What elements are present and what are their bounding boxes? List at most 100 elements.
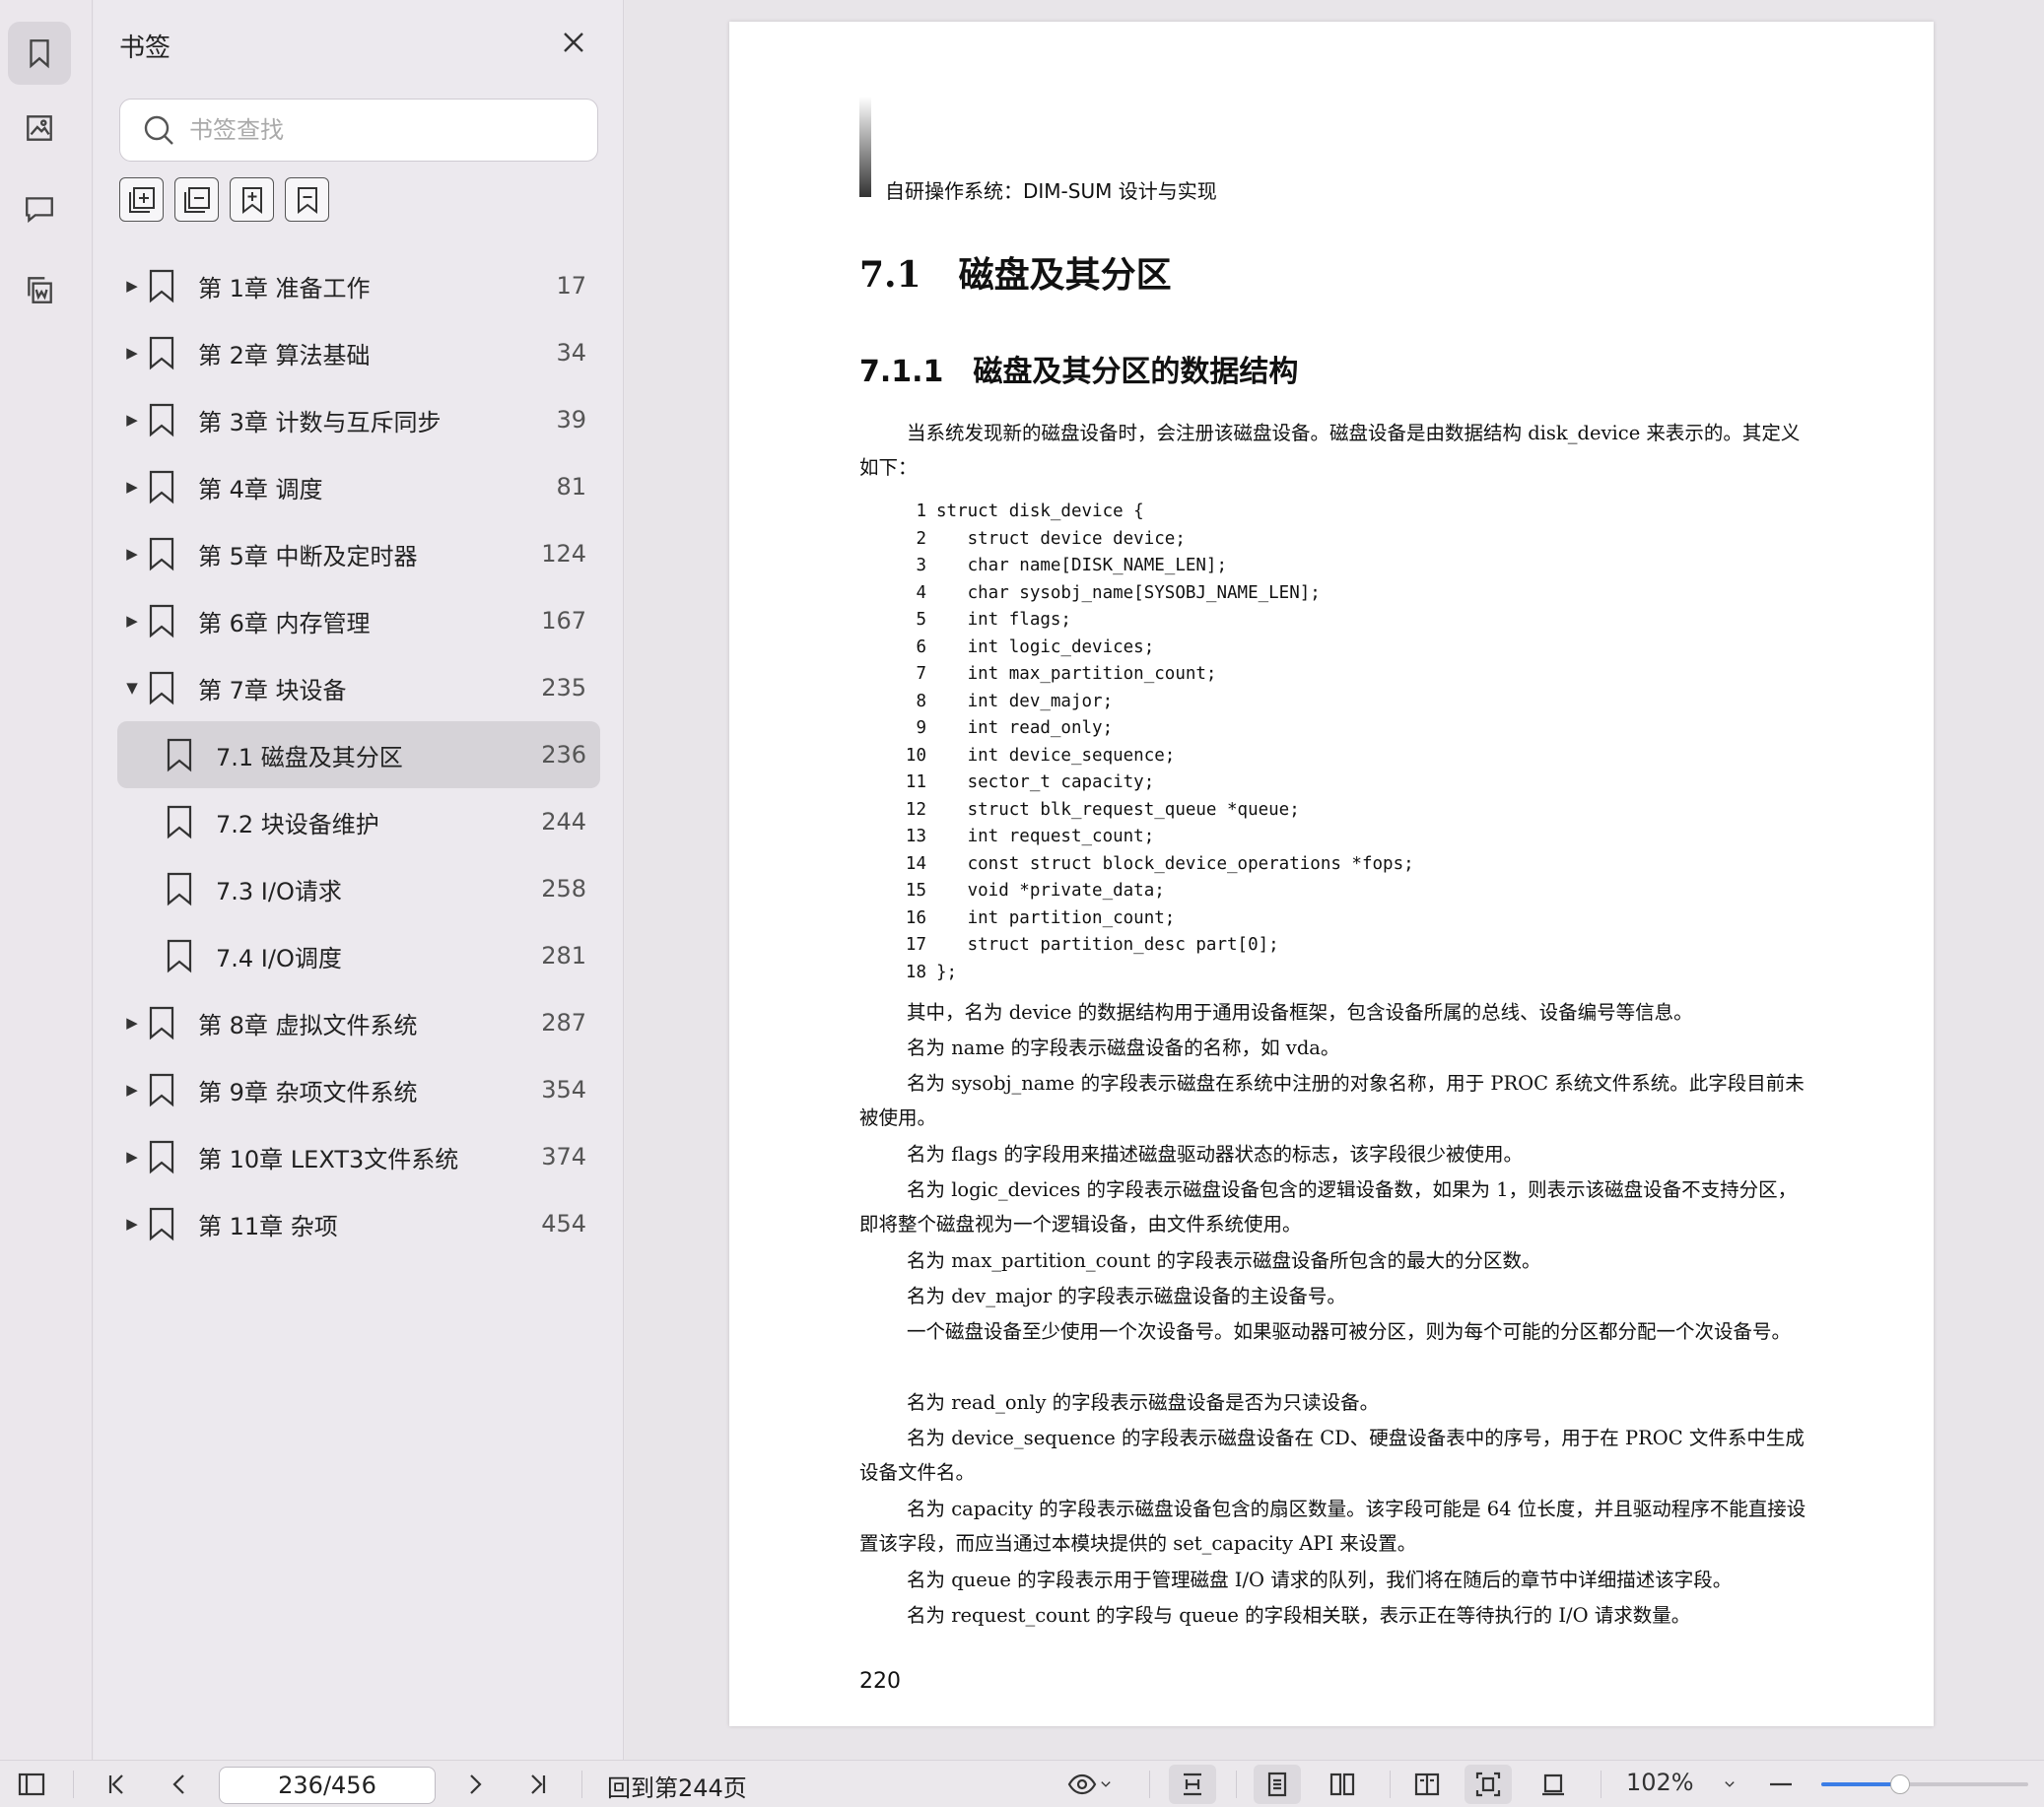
expand-all-button[interactable] bbox=[119, 177, 164, 222]
rotate-button[interactable] bbox=[1530, 1765, 1577, 1804]
minus-icon bbox=[1770, 1782, 1792, 1786]
toggle-sidebar-button[interactable] bbox=[14, 1765, 49, 1804]
triangle-right-icon[interactable]: ▶ bbox=[119, 411, 145, 429]
bookmark-search-input[interactable] bbox=[189, 116, 583, 144]
bookmark-item[interactable]: ▶ 第 2章 算法基础 34 bbox=[117, 319, 600, 386]
bookmark-item[interactable]: ▶ 第 9章 杂项文件系统 354 bbox=[117, 1056, 600, 1123]
triangle-right-icon[interactable]: ▶ bbox=[119, 545, 145, 563]
previous-page-button[interactable] bbox=[162, 1765, 197, 1804]
goto-page-link[interactable]: 回到第244页 bbox=[607, 1769, 747, 1803]
code-line: 12 struct blk_request_queue *queue; bbox=[897, 797, 1414, 825]
bookmark-item[interactable]: ▶ 第 11章 杂项 454 bbox=[117, 1190, 600, 1257]
bookmark-icon bbox=[147, 1206, 178, 1241]
bookmark-item[interactable]: 7.2 块设备维护 244 bbox=[117, 788, 600, 855]
close-panel-button[interactable] bbox=[559, 28, 588, 57]
code-line-text: int max_partition_count; bbox=[936, 664, 1217, 684]
bookmark-label: 第 8章 虚拟文件系统 bbox=[198, 1011, 418, 1039]
bookmark-label: 7.2 块设备维护 bbox=[216, 810, 379, 838]
zoom-out-button[interactable] bbox=[1766, 1765, 1796, 1804]
left-rail bbox=[0, 0, 93, 1760]
add-bookmark-button[interactable] bbox=[230, 177, 274, 222]
triangle-right-icon[interactable]: ▶ bbox=[119, 1081, 145, 1099]
section-heading: 7.1 磁盘及其分区 bbox=[859, 246, 1172, 298]
two-page-icon bbox=[1329, 1773, 1355, 1796]
zoom-dropdown[interactable] bbox=[1715, 1765, 1744, 1804]
bookmark-item[interactable]: ▶ 第 1章 准备工作 17 bbox=[117, 252, 600, 319]
document-copy-icon bbox=[28, 277, 52, 303]
code-line-number: 13 bbox=[905, 827, 926, 846]
bookmark-page: 39 bbox=[556, 406, 586, 434]
eye-icon bbox=[1067, 1774, 1097, 1795]
triangle-right-icon[interactable]: ▶ bbox=[119, 1215, 145, 1233]
triangle-down-icon[interactable]: ▼ bbox=[119, 679, 145, 697]
bookmark-label: 第 11章 杂项 bbox=[198, 1212, 338, 1240]
triangle-right-icon[interactable]: ▶ bbox=[119, 612, 145, 630]
bookmark-item[interactable]: 7.1 磁盘及其分区 236 bbox=[117, 721, 600, 788]
body-paragraph: 其中，名为 device 的数据结构用于通用设备框架，包含设备所属的总线、设备编… bbox=[907, 1001, 1693, 1024]
bookmark-item[interactable]: 7.3 I/O请求 258 bbox=[117, 855, 600, 922]
bookmarks-tab-button[interactable] bbox=[8, 22, 71, 85]
bookmark-page: 124 bbox=[541, 540, 586, 568]
triangle-right-icon[interactable]: ▶ bbox=[119, 344, 145, 362]
code-line-text: int partition_count; bbox=[936, 907, 1176, 928]
bookmark-item[interactable]: ▶ 第 10章 LEXT3文件系统 374 bbox=[117, 1123, 600, 1190]
zoom-slider[interactable] bbox=[1821, 1774, 2028, 1794]
triangle-right-icon[interactable]: ▶ bbox=[119, 1148, 145, 1166]
bookmark-label: 第 10章 LEXT3文件系统 bbox=[198, 1145, 459, 1173]
code-line-number: 10 bbox=[905, 745, 926, 766]
bookmark-page: 34 bbox=[556, 339, 586, 367]
remove-bookmark-button[interactable] bbox=[285, 177, 329, 222]
single-page-button[interactable] bbox=[1254, 1765, 1301, 1804]
zoom-slider-handle[interactable] bbox=[1889, 1774, 1910, 1794]
bookmark-item[interactable]: ▶ 第 5章 中断及定时器 124 bbox=[117, 520, 600, 587]
body-paragraph: 名为 dev_major 的字段表示磁盘设备的主设备号。 bbox=[907, 1285, 1346, 1307]
bookmark-label: 7.4 I/O调度 bbox=[216, 944, 342, 972]
bookmark-item[interactable]: ▼ 第 7章 块设备 235 bbox=[117, 654, 600, 721]
bookmark-item[interactable]: ▶ 第 6章 内存管理 167 bbox=[117, 587, 600, 654]
code-line-number: 12 bbox=[905, 799, 926, 820]
code-line-number: 3 bbox=[916, 556, 926, 575]
subsection-heading: 7.1.1 磁盘及其分区的数据结构 bbox=[859, 347, 1298, 390]
next-page-button[interactable] bbox=[457, 1765, 493, 1804]
document-viewer[interactable]: 自研操作系统：DIM-SUM 设计与实现 7.1 磁盘及其分区 7.1.1 磁盘及其… bbox=[625, 0, 2044, 1760]
code-line-number: 9 bbox=[916, 718, 926, 738]
first-page-button[interactable] bbox=[99, 1765, 134, 1804]
last-page-button[interactable] bbox=[520, 1765, 556, 1804]
collapse-all-button[interactable] bbox=[174, 177, 219, 222]
bookmark-item[interactable]: ▶ 第 8章 虚拟文件系统 287 bbox=[117, 989, 600, 1056]
code-line-text: struct disk_device { bbox=[936, 502, 1144, 521]
triangle-right-icon[interactable]: ▶ bbox=[119, 478, 145, 496]
bookmark-label: 第 3章 计数与互斥同步 bbox=[198, 408, 442, 436]
code-line-number: 18 bbox=[905, 962, 926, 982]
triangle-right-icon[interactable]: ▶ bbox=[119, 277, 145, 295]
bookmark-icon bbox=[147, 1072, 178, 1107]
code-line: 8 int dev_major; bbox=[897, 689, 1414, 716]
bookmark-item[interactable]: ▶ 第 4章 调度 81 bbox=[117, 453, 600, 520]
zoom-level[interactable]: 102% bbox=[1626, 1769, 1694, 1796]
code-line-number: 11 bbox=[905, 772, 926, 792]
bookmark-label: 第 1章 准备工作 bbox=[198, 274, 371, 302]
triangle-right-icon[interactable]: ▶ bbox=[119, 1014, 145, 1032]
page-number-input[interactable] bbox=[219, 1767, 436, 1804]
bookmark-item[interactable]: 7.4 I/O调度 281 bbox=[117, 922, 600, 989]
document-page: 自研操作系统：DIM-SUM 设计与实现 7.1 磁盘及其分区 7.1.1 磁盘及其… bbox=[729, 22, 1934, 1726]
toolbar-divider bbox=[581, 1771, 582, 1798]
bookmark-item[interactable]: ▶ 第 3章 计数与互斥同步 39 bbox=[117, 386, 600, 453]
bookmark-label: 第 7章 块设备 bbox=[198, 676, 347, 704]
bookmark-icon bbox=[147, 402, 178, 437]
code-line-number: 8 bbox=[916, 691, 926, 711]
fit-width-icon bbox=[1184, 1773, 1201, 1796]
two-page-button[interactable] bbox=[1319, 1765, 1366, 1804]
bookmark-label: 第 4章 调度 bbox=[198, 475, 323, 503]
body-paragraph: 一个磁盘设备至少使用一个次设备号。如果驱动器可被分区，则为每个可能的分区都分配一… bbox=[907, 1320, 1792, 1343]
fit-width-button[interactable] bbox=[1169, 1765, 1216, 1804]
rotate-icon bbox=[1542, 1774, 1564, 1796]
view-mode-dropdown[interactable] bbox=[1062, 1765, 1120, 1804]
comments-tab-button[interactable] bbox=[8, 177, 71, 240]
thumbnails-tab-button[interactable] bbox=[8, 97, 71, 160]
fit-page-button[interactable] bbox=[1465, 1765, 1512, 1804]
book-view-icon bbox=[1414, 1773, 1440, 1796]
book-view-button[interactable] bbox=[1403, 1765, 1451, 1804]
attachments-tab-button[interactable] bbox=[8, 258, 71, 321]
body-paragraph: 名为 read_only 的字段表示磁盘设备是否为只读设备。 bbox=[907, 1391, 1380, 1414]
